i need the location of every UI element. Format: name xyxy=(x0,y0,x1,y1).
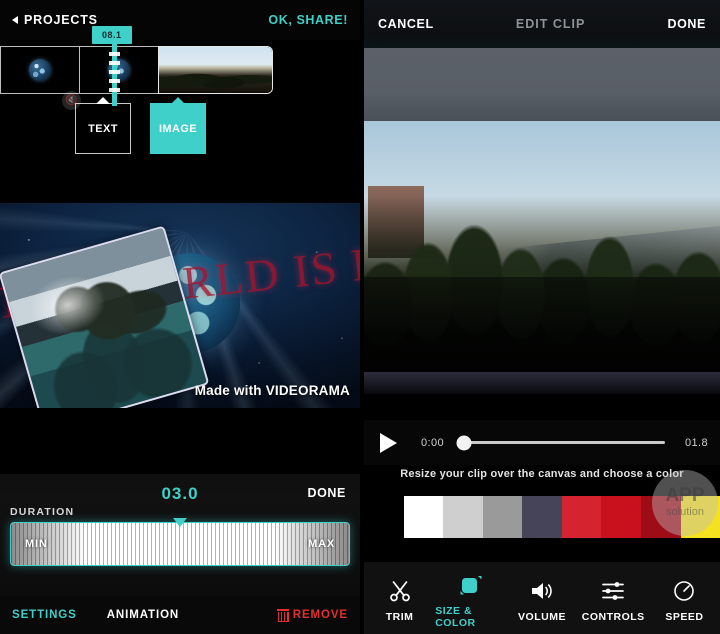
tool-speed[interactable]: SPEED xyxy=(649,578,720,623)
tool-volume[interactable]: VOLUME xyxy=(506,578,577,623)
total-time: 01.8 xyxy=(684,436,708,449)
player-controls: 0:00 01.8 xyxy=(364,420,720,465)
tool-trim-label: TRIM xyxy=(385,610,414,623)
canvas-background-top xyxy=(364,48,720,121)
triangle-left-icon xyxy=(12,16,18,24)
duration-done-button[interactable]: DONE xyxy=(307,486,346,500)
clip-canvas[interactable] xyxy=(364,48,720,420)
duration-label: DURATION xyxy=(10,506,75,518)
time-badge: 08.1 xyxy=(92,26,132,44)
tag-pointer-icon xyxy=(96,97,110,104)
playhead-ticks xyxy=(109,52,120,92)
remove-button[interactable]: REMOVE xyxy=(276,609,348,622)
duration-min-label: MIN xyxy=(25,538,48,550)
tool-size-color-label: SIZE & COLOR xyxy=(435,604,476,629)
color-palette[interactable] xyxy=(364,496,720,538)
back-to-projects-label: PROJECTS xyxy=(24,13,98,27)
color-swatch-dark-red[interactable] xyxy=(640,496,681,538)
right-top-bar: CANCEL EDIT CLIP DONE xyxy=(364,0,720,48)
tool-trim[interactable]: TRIM xyxy=(364,578,435,623)
tool-size-color[interactable]: SIZE & COLOR xyxy=(435,572,506,629)
color-swatch-slate-blue[interactable] xyxy=(522,496,562,538)
done-button[interactable]: DONE xyxy=(667,17,706,31)
timeline[interactable]: 08.1 🔇 TEXT IMAGE xyxy=(0,26,360,200)
timeline-clip-strip[interactable] xyxy=(0,46,273,94)
timeline-tag-image[interactable]: IMAGE xyxy=(150,97,206,154)
current-time: 0:00 xyxy=(421,436,445,449)
play-icon[interactable] xyxy=(380,432,397,453)
color-swatch-red-dark[interactable] xyxy=(601,496,641,538)
tool-volume-label: VOLUME xyxy=(518,610,566,623)
hint-text: Resize your clip over the canvas and cho… xyxy=(400,468,684,480)
timeline-tag-text-label: TEXT xyxy=(88,122,118,135)
tool-speed-label: SPEED xyxy=(665,610,704,623)
clip-media[interactable] xyxy=(364,121,720,372)
speaker-icon xyxy=(529,578,555,604)
tool-controls-label: CONTROLS xyxy=(581,610,645,623)
color-swatch-red[interactable] xyxy=(561,496,602,538)
remove-label: REMOVE xyxy=(292,609,348,621)
timeline-tag-image-label: IMAGE xyxy=(158,122,198,135)
tab-settings[interactable]: SETTINGS xyxy=(12,609,77,621)
edit-toolbar: TRIM SIZE & COLOR VOLUME CONTROLS SPEED xyxy=(364,562,720,634)
duration-slider[interactable]: MIN MAX xyxy=(10,522,350,566)
resize-square-icon xyxy=(458,572,484,598)
timeline-clip-3[interactable] xyxy=(158,46,273,94)
seek-bar[interactable] xyxy=(456,435,665,450)
duration-slider-knob[interactable] xyxy=(173,518,187,527)
dual-screenshot: PROJECTS OK, SHARE! 08.1 🔇 TEXT IMAGE WO… xyxy=(0,0,720,634)
timeline-tag-text[interactable]: TEXT xyxy=(75,97,131,154)
color-swatch-white[interactable] xyxy=(403,496,444,538)
left-top-bar: PROJECTS OK, SHARE! xyxy=(0,0,360,40)
made-with-videorama-watermark: Made with VIDEORAMA xyxy=(194,383,350,398)
timeline-tag-row: TEXT IMAGE xyxy=(0,97,360,163)
panel-spacer xyxy=(0,409,360,474)
clip-thumbnail xyxy=(159,47,272,93)
clip-shadow-overlay xyxy=(364,276,720,372)
color-swatch-gray[interactable] xyxy=(482,496,523,538)
gauge-icon xyxy=(671,578,697,604)
duration-value: 03.0 xyxy=(161,484,199,503)
duration-max-label: MAX xyxy=(308,538,335,550)
left-bottom-bar: SETTINGS ANIMATION REMOVE xyxy=(0,596,360,634)
scissors-icon xyxy=(388,578,412,604)
trash-icon xyxy=(276,609,290,622)
cancel-button[interactable]: CANCEL xyxy=(378,17,434,31)
tag-pointer-icon xyxy=(171,97,185,104)
ok-share-button[interactable]: OK, SHARE! xyxy=(268,13,348,27)
left-screen-project-editor: PROJECTS OK, SHARE! 08.1 🔇 TEXT IMAGE WO… xyxy=(0,0,360,634)
back-to-projects-button[interactable]: PROJECTS xyxy=(12,13,98,27)
color-swatch-light-gray[interactable] xyxy=(443,496,483,538)
page-title: EDIT CLIP xyxy=(515,17,586,31)
mute-icon[interactable]: 🔇 xyxy=(62,91,81,110)
tab-animation[interactable]: ANIMATION xyxy=(107,609,179,621)
color-swatch-yellow[interactable] xyxy=(680,496,720,538)
right-screen-edit-clip: CANCEL EDIT CLIP DONE 0:00 01.8 Resize y… xyxy=(360,0,720,634)
timeline-clip-1[interactable] xyxy=(0,46,80,94)
video-preview[interactable]: THE WORLD IS BEAUTIFUL ↔ Made with VIDEO… xyxy=(0,203,360,408)
canvas-background-bottom xyxy=(364,372,720,394)
sliders-icon xyxy=(600,578,626,604)
seek-bar-knob[interactable] xyxy=(456,435,472,450)
color-swatch-black[interactable] xyxy=(364,496,404,538)
tool-controls[interactable]: CONTROLS xyxy=(578,578,649,623)
earth-thumbnail-icon xyxy=(29,59,51,81)
